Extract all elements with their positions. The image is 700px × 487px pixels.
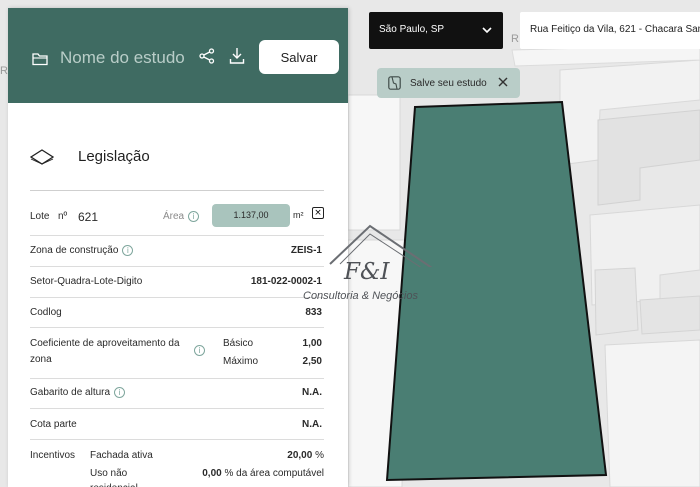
download-icon[interactable] bbox=[229, 47, 245, 65]
street-letter-right: R bbox=[511, 33, 519, 45]
legislation-section-header[interactable]: Legislação bbox=[30, 146, 330, 170]
codlog-value: 833 bbox=[305, 307, 322, 318]
toast-text: Salve seu estudo bbox=[410, 78, 487, 89]
maximo-label: Máximo bbox=[223, 356, 259, 367]
fachada-value: 20,00 bbox=[287, 450, 313, 461]
cota-label: Cota parte bbox=[30, 419, 77, 430]
gabarito-value: N.A. bbox=[302, 387, 322, 398]
city-select-value: São Paulo, SP bbox=[379, 24, 445, 35]
codlog-row: Codlog 833 bbox=[30, 307, 324, 321]
fachada-unit: % bbox=[315, 450, 324, 461]
uso-value: 0,00 bbox=[202, 468, 222, 479]
divider bbox=[30, 266, 324, 267]
area-unit: m² bbox=[293, 210, 304, 220]
lote-row: Lote nº 621 Área i 1.137,00 m² × bbox=[30, 204, 324, 227]
gabarito-label: Gabarito de altura bbox=[30, 387, 111, 399]
area-label-text: Área bbox=[163, 211, 185, 223]
coef-row: Coeficiente de aproveitamento da zona i … bbox=[30, 338, 324, 372]
panel-header: Nome do estudo Salvar bbox=[8, 8, 348, 103]
codlog-label: Codlog bbox=[30, 307, 62, 318]
area-input[interactable]: 1.137,00 bbox=[212, 204, 290, 227]
info-icon[interactable]: i bbox=[194, 345, 205, 356]
setor-row: Setor-Quadra-Lote-Digito 181-022-0002-1 bbox=[30, 276, 324, 290]
uso-label-1: Uso não bbox=[90, 468, 128, 479]
coef-label-2: zona bbox=[30, 354, 52, 365]
study-name-input[interactable]: Nome do estudo bbox=[60, 48, 185, 68]
divider bbox=[30, 439, 324, 440]
divider bbox=[30, 297, 324, 298]
zona-value: ZEIS-1 bbox=[290, 245, 322, 256]
lote-number: 621 bbox=[78, 210, 99, 224]
save-button[interactable]: Salvar bbox=[259, 40, 339, 74]
study-panel: Nome do estudo Salvar Legislação Lote nº… bbox=[8, 8, 348, 487]
info-icon[interactable]: i bbox=[188, 211, 200, 222]
divider bbox=[30, 378, 324, 379]
lote-n-label: nº bbox=[58, 211, 68, 222]
address-value: Rua Feitiço da Vila, 621 - Chacara Sant bbox=[530, 24, 700, 35]
basico-value: 1,00 bbox=[302, 338, 322, 349]
fachada-value-group: 20,00 % bbox=[287, 450, 324, 461]
city-select[interactable]: São Paulo, SP bbox=[369, 12, 503, 49]
maximo-value: 2,50 bbox=[302, 356, 322, 367]
divider bbox=[30, 235, 324, 236]
incentivos-label: Incentivos bbox=[30, 450, 76, 461]
folder-icon bbox=[32, 53, 48, 66]
area-label: Área i bbox=[163, 211, 200, 223]
layers-icon bbox=[30, 149, 54, 165]
coef-label-1: Coeficiente de aproveitamento da bbox=[30, 338, 180, 349]
info-icon[interactable]: i bbox=[114, 387, 126, 398]
fachada-label: Fachada ativa bbox=[90, 450, 153, 461]
basico-label: Básico bbox=[223, 338, 254, 349]
incentivos-row: Incentivos Fachada ativa 20,00 % Uso não… bbox=[30, 450, 324, 487]
address-field[interactable]: Rua Feitiço da Vila, 621 - Chacara Sant bbox=[520, 12, 700, 49]
clear-area-button[interactable]: × bbox=[312, 207, 324, 219]
setor-label: Setor-Quadra-Lote-Digito bbox=[30, 276, 143, 287]
zona-label: Zona de construção bbox=[30, 245, 119, 257]
map-icon bbox=[388, 76, 401, 90]
close-icon[interactable] bbox=[498, 77, 508, 87]
divider bbox=[30, 408, 324, 409]
cota-value: N.A. bbox=[302, 419, 322, 430]
divider bbox=[30, 327, 324, 328]
chevron-down-icon bbox=[482, 27, 492, 34]
cota-row: Cota parte N.A. bbox=[30, 419, 324, 433]
zona-row: Zona de construção i ZEIS-1 bbox=[30, 245, 324, 259]
street-letter-left: R bbox=[0, 65, 8, 77]
lote-label: Lote bbox=[30, 211, 50, 222]
section-title: Legislação bbox=[78, 148, 150, 165]
uso-unit: % da área computável bbox=[224, 468, 324, 479]
info-icon[interactable]: i bbox=[122, 245, 134, 256]
setor-value: 181-022-0002-1 bbox=[250, 276, 322, 287]
divider bbox=[30, 190, 324, 191]
uso-value-group: 0,00 % da área computável bbox=[202, 468, 324, 479]
uso-label-2: residencial bbox=[90, 483, 138, 487]
share-icon[interactable] bbox=[199, 48, 215, 64]
gabarito-row: Gabarito de altura i N.A. bbox=[30, 387, 324, 401]
save-study-toast: Salve seu estudo bbox=[377, 68, 520, 98]
